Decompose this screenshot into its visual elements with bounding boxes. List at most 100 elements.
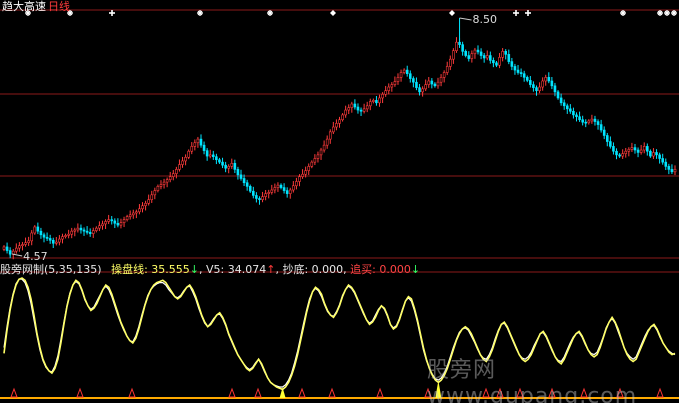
candle — [76, 223, 80, 233]
candle-body — [467, 55, 471, 59]
candle — [245, 179, 249, 191]
candle-body — [655, 152, 658, 156]
candle — [572, 107, 575, 119]
candle — [104, 219, 107, 229]
candle-body — [208, 154, 212, 157]
candle — [393, 76, 397, 87]
candle — [350, 101, 354, 113]
candle — [565, 103, 569, 114]
candle — [433, 82, 437, 88]
candle-body — [482, 55, 486, 59]
candle — [612, 142, 615, 155]
candle — [645, 143, 649, 156]
candle-body — [239, 174, 243, 179]
candle-body — [365, 105, 369, 110]
candle-body — [516, 69, 520, 73]
candle-body — [2, 246, 6, 250]
candle — [562, 99, 566, 110]
candle — [636, 147, 640, 158]
candle — [18, 242, 21, 252]
candle-body — [168, 176, 172, 180]
candle — [547, 72, 551, 84]
candle — [135, 209, 138, 219]
candle-body — [292, 185, 295, 191]
candle-body — [135, 211, 138, 214]
candle-body — [215, 156, 218, 161]
candle — [313, 154, 317, 166]
candle — [390, 82, 394, 92]
candle-body — [270, 189, 274, 193]
candle — [48, 234, 52, 244]
candle-body — [325, 138, 329, 146]
candle-body — [328, 131, 332, 140]
candle — [33, 225, 37, 235]
candle-body — [578, 116, 581, 121]
red-triangle — [10, 387, 18, 398]
candle-body — [667, 166, 671, 170]
candle-body — [384, 90, 387, 95]
candle — [581, 115, 584, 126]
candle-body — [24, 242, 27, 245]
candle — [181, 156, 184, 168]
candle-body — [116, 222, 120, 226]
candle — [128, 210, 132, 220]
candle-body — [335, 123, 338, 128]
candle-body — [408, 73, 412, 79]
candle-body — [48, 238, 52, 241]
candle-body — [541, 80, 544, 88]
candle — [590, 114, 594, 124]
diamond-marker — [330, 10, 336, 16]
candle — [190, 142, 194, 155]
candle — [399, 69, 403, 82]
candle-body — [88, 232, 92, 234]
candle-body — [190, 146, 194, 152]
candle-body — [273, 187, 277, 191]
candle — [479, 48, 483, 60]
candle-body — [356, 106, 360, 111]
candle — [5, 242, 9, 254]
candle — [633, 143, 637, 154]
period-label: 日线 — [48, 0, 70, 13]
candle — [156, 184, 160, 193]
candle — [501, 48, 504, 62]
candle-body — [196, 138, 200, 144]
candle-body — [553, 85, 557, 93]
candle-body — [224, 164, 227, 169]
candle-body — [633, 147, 637, 151]
candle-body — [495, 62, 498, 66]
candle-body — [415, 81, 418, 88]
candle-body — [510, 61, 514, 67]
candle — [556, 90, 560, 100]
candle — [193, 139, 197, 151]
candle-body — [304, 170, 307, 175]
low-label: 4.57 — [23, 250, 48, 263]
candle — [661, 153, 664, 165]
candle-body — [242, 178, 246, 184]
candle-body — [615, 150, 618, 156]
candle — [248, 184, 252, 194]
candle — [310, 160, 314, 169]
candle — [442, 70, 446, 83]
candle-body — [144, 203, 147, 207]
star-marker — [197, 10, 203, 16]
chart-stage: 8.50 4.57 趋大高速 日线 股旁网制(5,35,135) 操盘线: 35.5… — [0, 0, 679, 403]
candle-body — [131, 212, 135, 216]
candle — [82, 227, 86, 236]
candle-body — [104, 221, 107, 225]
candle — [147, 194, 150, 206]
candle — [529, 76, 532, 88]
candle — [328, 129, 332, 144]
candle — [239, 169, 243, 181]
candle-body — [298, 176, 301, 182]
candle — [609, 136, 612, 149]
candle-body — [95, 227, 98, 231]
candle — [408, 70, 412, 83]
candle-body — [212, 154, 215, 157]
candle-body — [359, 109, 363, 112]
candle-body — [165, 179, 169, 183]
candle — [107, 214, 110, 225]
candle — [621, 149, 624, 159]
candle-body — [418, 87, 421, 93]
candle — [455, 37, 458, 53]
candle — [187, 149, 190, 160]
